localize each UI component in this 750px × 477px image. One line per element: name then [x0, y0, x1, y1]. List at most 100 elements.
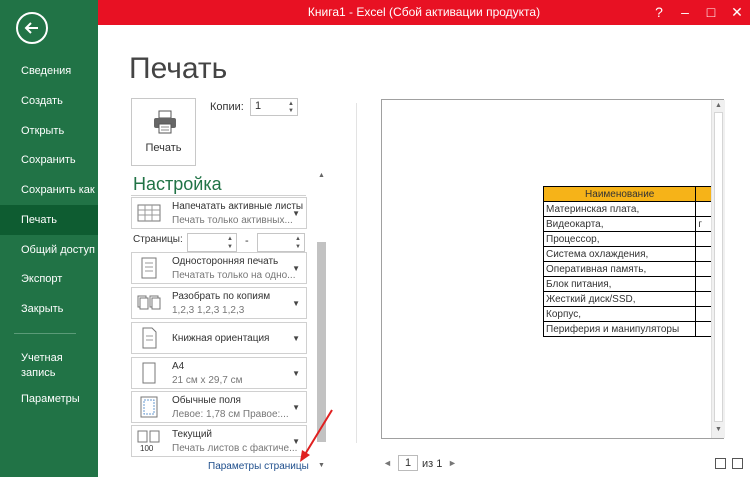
scroll-thumb[interactable]	[714, 112, 723, 422]
zoom-to-page-icon[interactable]	[732, 458, 743, 469]
option-title: Текущий	[172, 429, 212, 440]
table-header-row: Наименование	[542, 186, 723, 202]
table-cell: Корпус,	[542, 306, 697, 322]
scaling-dropdown[interactable]: 100 Текущий Печать листов с фактиче... ▼	[131, 425, 307, 457]
page-number-input[interactable]: 1	[398, 455, 418, 471]
margins-dropdown[interactable]: Обычные поля Левое: 1,78 см Правое:... ▼	[131, 391, 307, 423]
copies-label: Копии:	[210, 101, 244, 113]
nav-close[interactable]: Закрыть	[0, 295, 98, 323]
paper-size-icon	[142, 362, 156, 384]
print-button[interactable]: Печать	[131, 98, 196, 166]
table-header-cell: Наименование	[542, 186, 697, 202]
back-arrow-icon	[24, 22, 38, 34]
sides-dropdown[interactable]: Односторонняя печать Печатать только на …	[131, 252, 307, 284]
chevron-down-icon: ▼	[292, 209, 300, 218]
collate-dropdown[interactable]: Разобрать по копиям 1,2,3 1,2,3 1,2,3 ▼	[131, 287, 307, 319]
next-page-icon[interactable]: ►	[448, 458, 457, 468]
spin-up-icon[interactable]: ▲	[288, 101, 294, 107]
print-what-dropdown[interactable]: Напечатать активные листы Печать только …	[131, 197, 307, 229]
table-row: Жесткий диск/SSD,	[542, 291, 723, 307]
close-button[interactable]: ✕	[724, 0, 750, 25]
spin-down-icon[interactable]: ▼	[295, 244, 301, 250]
pages-dash: -	[245, 235, 249, 247]
option-subtitle: Печатать только на одно...	[172, 270, 296, 281]
pages-from-input[interactable]: ▲ ▼	[187, 233, 237, 252]
orientation-dropdown[interactable]: Книжная ориентация ▼	[131, 322, 307, 354]
nav-save-as[interactable]: Сохранить как	[0, 176, 98, 204]
option-subtitle: 1,2,3 1,2,3 1,2,3	[172, 305, 245, 316]
spin-down-icon[interactable]: ▼	[288, 108, 294, 114]
nav-print[interactable]: Печать	[0, 205, 98, 235]
table-row: Блок питания,	[542, 276, 723, 292]
chevron-down-icon: ▼	[292, 369, 300, 378]
spin-up-icon[interactable]: ▲	[227, 236, 233, 242]
option-subtitle: Печать листов с фактиче...	[172, 443, 298, 454]
title-bar: Книга1 - Excel (Сбой активации продукта)…	[98, 0, 750, 25]
table-cell: Периферия и манипуляторы	[542, 321, 697, 337]
margins-icon	[140, 396, 158, 418]
print-preview: Наименование Материнская плата, Видеокар…	[381, 99, 724, 439]
printer-icon	[154, 110, 176, 134]
copies-input[interactable]: 1 ▲ ▼	[250, 98, 298, 116]
settings-heading: Настройка	[133, 174, 222, 194]
table-row: Материнская плата,	[542, 201, 723, 217]
table-row: Система охлаждения,	[542, 246, 723, 262]
table-cell: Материнская плата,	[542, 201, 697, 217]
annotation-arrow-icon	[300, 409, 333, 462]
maximize-button[interactable]: □	[698, 0, 724, 25]
chevron-down-icon: ▼	[292, 264, 300, 273]
nav-account[interactable]: Учетная запись	[21, 351, 91, 381]
panel-divider	[356, 103, 357, 443]
table-row: Оперативная память,	[542, 261, 723, 277]
nav-new[interactable]: Создать	[0, 87, 98, 115]
print-button-label: Печать	[145, 142, 182, 154]
page-title: Печать	[129, 52, 228, 85]
preview-scrollbar[interactable]: ▲ ▼	[711, 100, 725, 438]
table-row: Периферия и манипуляторы	[542, 321, 723, 337]
copies-value: 1	[255, 100, 262, 112]
portrait-page-icon	[142, 327, 157, 349]
nav-share[interactable]: Общий доступ	[0, 236, 98, 264]
chevron-down-icon: ▼	[292, 334, 300, 343]
table-cell: Блок питания,	[542, 276, 697, 292]
option-title: Книжная ориентация	[172, 333, 270, 344]
nav-export[interactable]: Экспорт	[0, 265, 98, 293]
chevron-down-icon: ▼	[292, 299, 300, 308]
table-row: Процессор,	[542, 231, 723, 247]
preview-table: Наименование Материнская плата, Видеокар…	[542, 186, 723, 337]
sheet-grid-icon	[137, 204, 161, 222]
option-title: Разобрать по копиям	[172, 291, 271, 302]
scroll-up-icon[interactable]: ▲	[712, 100, 725, 112]
option-title: A4	[172, 361, 185, 372]
spin-down-icon[interactable]: ▼	[227, 244, 233, 250]
table-cell: Процессор,	[542, 231, 697, 247]
nav-open[interactable]: Открыть	[0, 117, 98, 145]
option-subtitle: 21 см x 29,7 см	[172, 375, 243, 386]
paper-size-dropdown[interactable]: A4 21 см x 29,7 см ▼	[131, 357, 307, 389]
back-button[interactable]	[16, 12, 48, 44]
svg-text:100: 100	[140, 444, 154, 452]
nav-save[interactable]: Сохранить	[0, 146, 98, 174]
scroll-up-icon[interactable]: ▲	[315, 170, 328, 182]
option-title: Напечатать активные листы	[172, 201, 304, 212]
minimize-button[interactable]: –	[672, 0, 698, 25]
spin-up-icon[interactable]: ▲	[295, 236, 301, 242]
help-button[interactable]: ?	[646, 0, 672, 25]
option-title: Односторонняя печать	[172, 256, 279, 267]
page-total: из 1	[422, 458, 443, 470]
nav-options[interactable]: Параметры	[0, 385, 98, 413]
prev-page-icon[interactable]: ◄	[383, 458, 392, 468]
nav-separator	[14, 333, 76, 334]
table-row: Корпус,	[542, 306, 723, 322]
scaling-icon: 100	[137, 430, 160, 452]
backstage-sidebar: Сведения Создать Открыть Сохранить Сохра…	[0, 0, 98, 477]
pages-to-input[interactable]: ▲ ▼	[257, 233, 305, 252]
option-subtitle: Левое: 1,78 см Правое:...	[172, 409, 289, 420]
nav-info[interactable]: Сведения	[0, 57, 98, 85]
settings-divider	[131, 195, 306, 196]
option-subtitle: Печать только активных...	[172, 215, 293, 226]
collate-icon	[137, 295, 161, 310]
scroll-down-icon[interactable]: ▼	[712, 424, 725, 436]
option-title: Обычные поля	[172, 395, 241, 406]
show-margins-icon[interactable]	[715, 458, 726, 469]
